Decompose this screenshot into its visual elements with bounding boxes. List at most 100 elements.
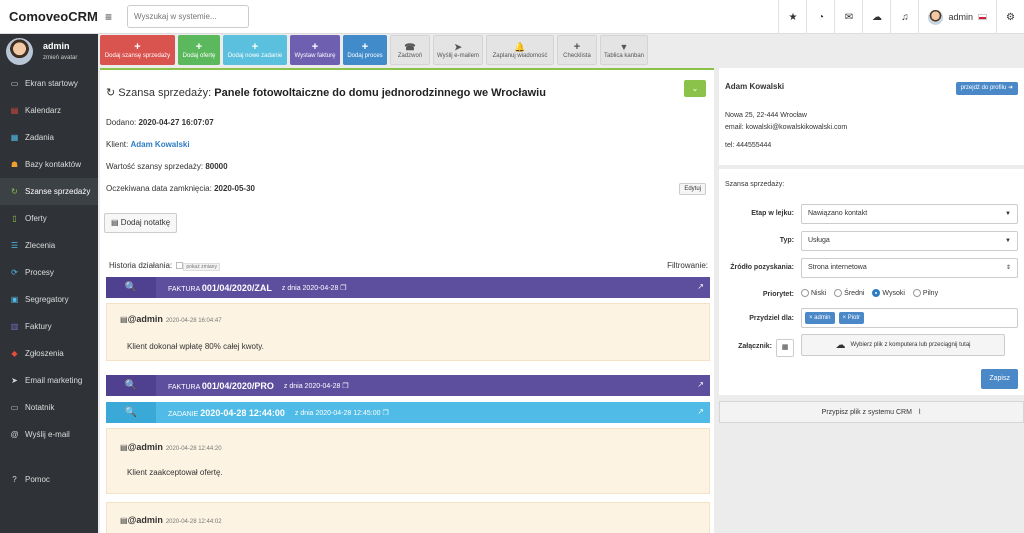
toolbar-button[interactable]: ☎ Zadzwoń <box>390 35 430 65</box>
go-to-profile-button[interactable]: przejdź do profilu ➜ <box>955 82 1018 95</box>
updown-icon: ⇕ <box>1005 265 1011 271</box>
stage-select[interactable]: Nawiązano kontakt ▼ <box>801 204 1018 224</box>
invoice-icon: ▥ <box>10 322 19 331</box>
toolbar-button[interactable]: 🔔 Zaplanuj wiadomość <box>486 35 554 65</box>
plus-icon: + <box>134 40 141 53</box>
search-input[interactable] <box>127 5 249 28</box>
priority-urgent[interactable]: Pilny <box>912 289 938 297</box>
edit-button[interactable]: Edytuj <box>679 183 706 195</box>
bell-icon[interactable]: ♫ <box>890 0 918 34</box>
toolbar-button[interactable]: + Dodaj nowe zadanie <box>223 35 287 65</box>
user-menu[interactable]: admin <box>918 0 996 34</box>
external-link-icon[interactable]: ↗ <box>697 380 704 389</box>
cogs-icon[interactable]: ⚙ <box>996 0 1024 34</box>
sidebar-item-help[interactable]: ? Pomoc <box>0 466 98 493</box>
sidebar-item[interactable]: ☰ Zlecenia <box>0 232 98 259</box>
toolbar-button-label: Dodaj proces <box>347 52 383 59</box>
arrow-right-icon: ➜ <box>1007 85 1013 91</box>
avatar <box>928 9 944 25</box>
toolbar-button-label: Tablica kanban <box>603 52 645 59</box>
avatar[interactable] <box>6 38 33 65</box>
sidebar-item[interactable]: ▭ Ekran startowy <box>0 70 98 97</box>
copy-icon: ❐ <box>340 284 347 292</box>
add-note-button[interactable]: ▤ Dodaj notatkę <box>104 213 178 233</box>
sidebar-item-label: Pomoc <box>25 475 50 484</box>
external-link-icon[interactable]: ↗ <box>697 282 704 291</box>
client-email: email: kowalski@kowalskikowalski.com <box>725 124 848 131</box>
sidebar-item-label: Zlecenia <box>25 241 56 250</box>
filter-label[interactable]: Filtrowanie: <box>667 261 708 270</box>
toolbar-button[interactable]: + Dodaj ofertę <box>178 35 220 65</box>
sidebar-item[interactable]: ↻ Szanse sprzedaży <box>0 178 98 205</box>
change-avatar-link[interactable]: zmień avatar <box>43 55 77 61</box>
ticket-icon: ◆ <box>11 349 18 358</box>
sidebar-item[interactable]: ▦ Zadania <box>0 124 98 151</box>
envelope-icon[interactable]: ✉ <box>834 0 862 34</box>
refresh-icon: ↻ <box>11 187 18 196</box>
upload-file-button[interactable]: ☁ Wybierz plik z komputera lub przeciągn… <box>801 334 1005 356</box>
paperclip-icon: ⌇ <box>917 409 922 416</box>
toolbar-button[interactable]: ▼ Tablica kanban <box>600 35 648 65</box>
sidebar-item-label: Kalendarz <box>25 106 62 115</box>
copy-icon: ❐ <box>342 382 349 390</box>
sidebar-item[interactable]: ▯ Oferty <box>0 205 98 232</box>
qr-icon[interactable]: ▦ <box>776 339 794 357</box>
cloud-icon[interactable]: ☁ <box>862 0 890 34</box>
sidebar-item[interactable]: ⟳ Procesy <box>0 259 98 286</box>
sidebar-item[interactable]: ➤ Email marketing <box>0 367 98 394</box>
source-select[interactable]: Strona internetowa ⇕ <box>801 258 1018 278</box>
chevron-down-icon[interactable]: ⌄ <box>684 80 706 97</box>
note-item: ▤@admin 2020-04-28 12:44:20 Klient zaakce… <box>106 428 710 494</box>
toolbar-button[interactable]: + Dodaj szansę sprzedaży <box>100 35 175 65</box>
sidebar-item[interactable]: @ Wyślij e-mail <box>0 421 98 448</box>
comments-icon[interactable]: ◔ <box>806 0 834 34</box>
sidebar-item-label: Wyślij e-mail <box>25 430 70 439</box>
client-name: Adam Kowalski <box>725 82 785 91</box>
sidebar-item[interactable]: ◆ Zgłoszenia <box>0 340 98 367</box>
sidebar-item-label: Bazy kontaktów <box>25 160 82 169</box>
sidebar-item[interactable]: ▥ Faktury <box>0 313 98 340</box>
sidebar-item-label: Szanse sprzedaży <box>25 187 91 196</box>
refresh-icon[interactable]: ↻ <box>106 87 115 99</box>
priority-radios: Niski Średni Wysoki Pilny <box>801 289 938 297</box>
star-icon[interactable]: ★ <box>778 0 806 34</box>
send-icon: ➤ <box>454 41 462 52</box>
client-link[interactable]: Adam Kowalski <box>130 140 189 149</box>
history-item[interactable]: 🔍 FAKTURA 001/04/2020/PRO z dnia 2020-04… <box>106 375 710 396</box>
client-address: Nowa 25, 22-444 Wrocław <box>725 112 807 119</box>
priority-low[interactable]: Niski <box>801 289 826 297</box>
assign-tags-input[interactable]: × admin × Piotr <box>801 308 1018 328</box>
menu-toggle-icon[interactable]: ≡ <box>105 10 112 24</box>
sidebar-user-name: admin <box>43 41 70 51</box>
search-icon[interactable]: 🔍 <box>106 375 156 396</box>
toolbar-button[interactable]: + Checklista <box>557 35 597 65</box>
toolbar-button-label: Wystaw fakturę <box>294 52 336 59</box>
priority-medium[interactable]: Średni <box>834 289 864 297</box>
sidebar-item[interactable]: ▤ Kalendarz <box>0 97 98 124</box>
search-icon[interactable]: 🔍 <box>106 277 156 298</box>
priority-high[interactable]: Wysoki <box>872 289 905 297</box>
tag-piotr[interactable]: × Piotr <box>838 312 865 324</box>
toolbar-button-label: Zaplanuj wiadomość <box>492 52 548 59</box>
app-logo[interactable]: ComoveoCRM <box>9 9 98 24</box>
assign-crm-file-button[interactable]: Przypisz plik z systemu CRM ⌇ <box>719 401 1024 423</box>
list-icon: ☰ <box>10 241 19 250</box>
history-item[interactable]: 🔍 FAKTURA 001/04/2020/ZAL z dnia 2020-04… <box>106 277 710 298</box>
sidebar-item[interactable]: ▭ Notatnik <box>0 394 98 421</box>
history-item[interactable]: 🔍 ZADANIE 2020-04-28 12:44:00 z dnia 202… <box>106 402 710 423</box>
sidebar-item-label: Segregatory <box>25 295 69 304</box>
save-button[interactable]: Zapisz <box>981 369 1018 389</box>
type-select[interactable]: Usługa ▼ <box>801 231 1018 251</box>
tag-admin[interactable]: × admin <box>805 312 835 324</box>
action-toolbar: + Dodaj szansę sprzedaży + Dodaj ofertę + Dod… <box>100 35 648 65</box>
search-icon[interactable]: 🔍 <box>106 402 156 423</box>
top-bar: ComoveoCRM ≡ ★ ◔ ✉ ☁ ♫ admin ⚙ <box>0 0 1024 34</box>
folder-icon: ▣ <box>10 295 19 304</box>
toolbar-button[interactable]: ➤ Wyślij e-mailem <box>433 35 483 65</box>
toolbar-button[interactable]: + Dodaj proces <box>343 35 387 65</box>
external-link-icon[interactable]: ↗ <box>697 407 704 416</box>
sidebar-item[interactable]: ▣ Segregatory <box>0 286 98 313</box>
toolbar-button[interactable]: + Wystaw fakturę <box>290 35 340 65</box>
toolbar-button-label: Checklista <box>563 52 591 59</box>
sidebar-item[interactable]: ☗ Bazy kontaktów <box>0 151 98 178</box>
